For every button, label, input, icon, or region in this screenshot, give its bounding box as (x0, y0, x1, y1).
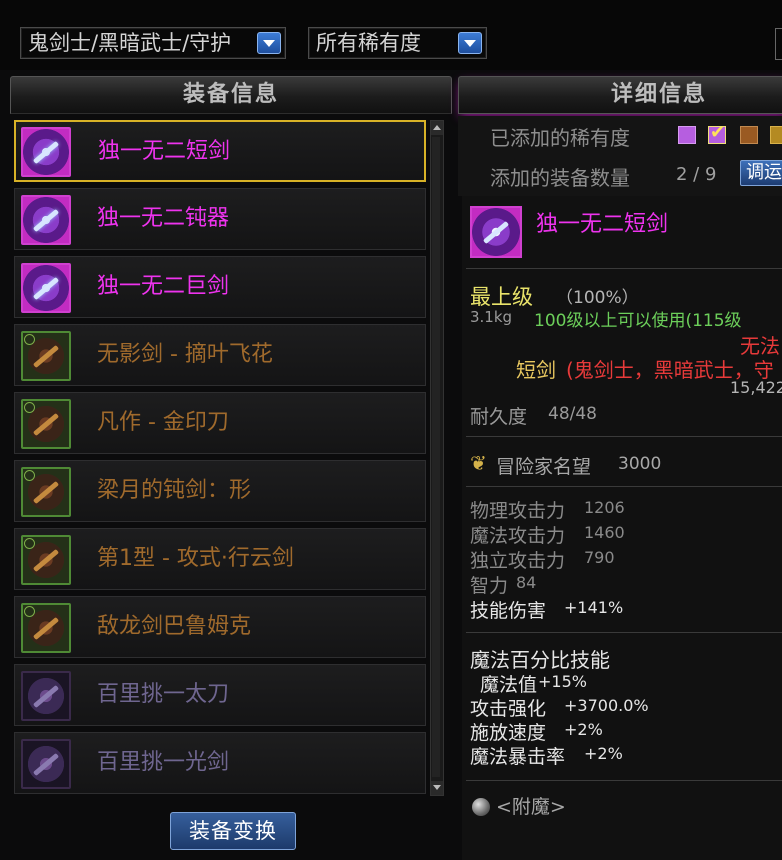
chevron-down-icon[interactable] (257, 32, 281, 54)
rarity-filter-dropdown[interactable]: 所有稀有度 (308, 27, 487, 59)
great-sword-icon (21, 263, 71, 313)
extra-control[interactable] (775, 28, 782, 60)
list-item[interactable]: 独一无二钝器 (14, 188, 426, 250)
scroll-thumb[interactable] (432, 137, 440, 777)
item-name: 百里挑一光剑 (97, 750, 230, 775)
stat-label: 独立攻击力 (470, 550, 566, 572)
weapon-type: 短剑 (516, 358, 556, 382)
detail-panel-header: 详细信息 (458, 76, 782, 114)
blade-icon (21, 399, 71, 449)
item-name: 独一无二钝器 (97, 206, 230, 231)
list-item[interactable]: 敌龙剑巴鲁姆克 (14, 596, 426, 658)
stat-value: +141% (564, 598, 624, 617)
stat-value: 1460 (584, 523, 625, 542)
short-sword-icon (470, 206, 522, 258)
fame-value: 3000 (618, 454, 662, 474)
blunt-sword-icon (21, 467, 71, 517)
adjust-button[interactable]: 调运 (740, 160, 782, 186)
item-name: 第1型 - 攻式·行云剑 (97, 546, 294, 571)
stat-value: 790 (584, 548, 615, 567)
fame-icon: ❦ (470, 451, 487, 475)
option-label: 攻击强化 (470, 698, 547, 720)
fame-label: 冒险家名望 (496, 456, 592, 478)
list-item[interactable]: 梁月的钝剑：形 (14, 460, 426, 522)
rarity-label: 已添加的稀有度 (490, 126, 630, 150)
stat-label: 技能伤害 (470, 600, 547, 622)
rarity-filter-value: 所有稀有度 (316, 31, 421, 55)
blunt-weapon-icon (21, 195, 71, 245)
item-name: 无影剑 - 摘叶飞花 (97, 342, 273, 367)
list-item[interactable]: 百里挑一光剑 (14, 732, 426, 794)
list-item[interactable]: 独一无二短剑 (14, 120, 426, 182)
option-label: 魔法值 (480, 674, 538, 696)
divider (466, 632, 782, 633)
option-value: +2% (564, 720, 603, 739)
rarity-checkbox-rare[interactable] (770, 126, 782, 144)
durability-label: 耐久度 (470, 406, 528, 428)
chevron-down-icon[interactable] (458, 32, 482, 54)
divider (466, 436, 782, 437)
option-value: +15% (538, 672, 587, 691)
dragon-sword-icon (21, 603, 71, 653)
detail-item-name: 独一无二短剑 (536, 212, 669, 237)
divider (466, 486, 782, 487)
scroll-up-icon[interactable] (431, 121, 443, 135)
class-filter-dropdown[interactable]: 鬼剑士/黑暗武士/守护 (20, 27, 286, 59)
item-name: 百里挑一太刀 (97, 682, 230, 707)
level-requirement: 100级以上可以使用(115级 (534, 311, 742, 331)
list-item[interactable]: 凡作 - 金印刀 (14, 392, 426, 454)
list-item[interactable]: 独一无二巨剑 (14, 256, 426, 318)
item-weight: 3.1kg (470, 308, 513, 326)
list-item[interactable]: 无影剑 - 摘叶飞花 (14, 324, 426, 386)
durability-value: 48/48 (548, 404, 597, 424)
stat-label: 物理攻击力 (470, 500, 566, 522)
short-sword-icon (21, 127, 71, 177)
count-label: 添加的装备数量 (490, 166, 630, 190)
item-grade-percent: （100%） (556, 288, 639, 308)
stat-label: 智力 (470, 575, 509, 597)
enchant-orb-icon (472, 798, 490, 816)
count-value: 2 / 9 (676, 164, 717, 185)
item-name: 梁月的钝剑：形 (97, 478, 252, 503)
scroll-down-icon[interactable] (431, 781, 443, 795)
list-item[interactable]: 第1型 - 攻式·行云剑 (14, 528, 426, 590)
stat-value: 1206 (584, 498, 625, 517)
class-filter-value: 鬼剑士/黑暗武士/守护 (28, 31, 232, 55)
filter-bar: 鬼剑士/黑暗武士/守护 所有稀有度 (0, 0, 782, 70)
option-label: 施放速度 (470, 722, 547, 744)
lightsaber-icon (21, 739, 71, 789)
stat-label: 魔法攻击力 (470, 525, 566, 547)
item-detail: 独一无二短剑 最上级 （100%） 3.1kg 100级以上可以使用(115级 … (462, 196, 782, 860)
rarity-checkbox-checked[interactable] (708, 122, 726, 144)
equip-change-button[interactable]: 装备变换 (170, 812, 296, 850)
equipment-panel-header: 装备信息 (10, 76, 452, 114)
list-item[interactable]: 百里挑一太刀 (14, 664, 426, 726)
item-name: 敌龙剑巴鲁姆克 (97, 614, 252, 639)
divider (466, 780, 782, 781)
enchant-label: <附魔> (496, 796, 566, 818)
item-grade: 最上级 (470, 285, 533, 309)
divider (466, 268, 782, 269)
list-scrollbar[interactable] (430, 120, 444, 796)
sword-icon (21, 535, 71, 585)
option-header: 魔法百分比技能 (470, 648, 610, 672)
rarity-checkbox-legendary[interactable] (740, 126, 758, 144)
rarity-checkbox-epic[interactable] (678, 126, 696, 144)
equipment-panel: 装备信息 独一无二短剑 独一无二钝器 独一无二巨剑 无影剑 - 摘叶飞花 凡作 … (10, 76, 452, 860)
item-name: 独一无二巨剑 (97, 274, 230, 299)
item-name: 凡作 - 金印刀 (97, 410, 229, 435)
katana-icon (21, 671, 71, 721)
stat-value: 84 (516, 573, 537, 592)
item-name: 独一无二短剑 (98, 139, 231, 164)
detail-panel: 详细信息 已添加的稀有度 添加的装备数量 2 / 9 调运 独一无二短剑 最上级… (458, 76, 782, 860)
option-value: +3700.0% (564, 696, 649, 715)
option-value: +2% (584, 744, 623, 763)
sword-icon (21, 331, 71, 381)
item-price: 15,422 (730, 378, 782, 397)
option-label: 魔法暴击率 (470, 746, 566, 768)
